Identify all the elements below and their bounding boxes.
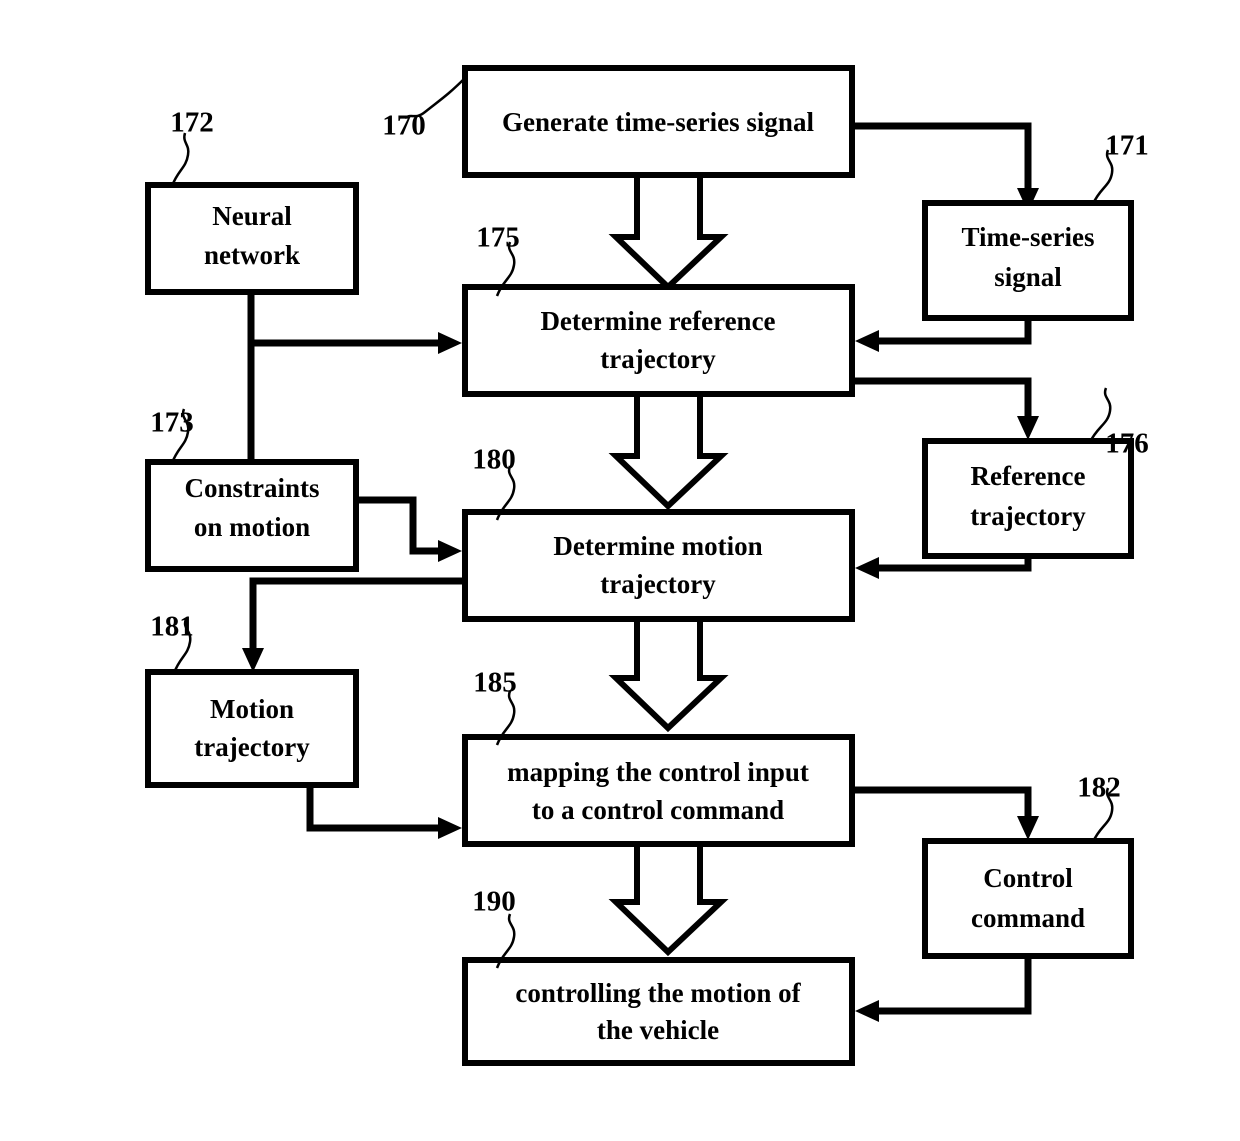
ref-number-172: 172 bbox=[170, 107, 214, 139]
node-label-190-line2: the vehicle bbox=[597, 1015, 719, 1045]
connector-173-to-180 bbox=[356, 496, 462, 562]
ref-callout-172: 172 bbox=[170, 107, 214, 187]
ref-number-173: 173 bbox=[150, 407, 194, 439]
connector-181-to-185 bbox=[306, 785, 462, 839]
node-label-171-line1: Time-series bbox=[962, 222, 1095, 252]
connector-185-to-182 bbox=[852, 786, 1039, 840]
node-label-172-line2: network bbox=[204, 240, 300, 270]
node-label-171-line2: signal bbox=[994, 262, 1062, 292]
ref-number-185: 185 bbox=[473, 667, 517, 699]
node-label-175-line1: Determine reference bbox=[540, 306, 775, 336]
node-label-182-line1: Control bbox=[983, 863, 1073, 893]
connector-180-to-181 bbox=[242, 577, 465, 672]
node-label-180-line1: Determine motion bbox=[553, 531, 762, 561]
node-neural-network[interactable]: Neural network bbox=[145, 182, 359, 295]
node-constraints-on-motion[interactable]: Constraints on motion bbox=[145, 459, 359, 572]
node-label-185-line2: to a control command bbox=[532, 795, 784, 825]
ref-callout-170: 170 bbox=[382, 77, 466, 142]
connector-170-to-171 bbox=[852, 122, 1039, 212]
flowchart-diagram: Generate time-series signal 170 Neural n… bbox=[0, 0, 1240, 1141]
connector-172-to-175-and-173 bbox=[247, 292, 462, 462]
node-label-170: Generate time-series signal bbox=[502, 107, 814, 137]
ref-callout-185: 185 bbox=[473, 667, 517, 746]
ref-number-170: 170 bbox=[382, 110, 426, 142]
node-reference-trajectory[interactable]: Reference trajectory bbox=[922, 438, 1134, 559]
node-mapping-control-input[interactable]: mapping the control input to a control c… bbox=[462, 734, 855, 847]
ref-number-190: 190 bbox=[472, 886, 516, 918]
node-determine-motion-trajectory[interactable]: Determine motion trajectory bbox=[462, 509, 855, 622]
node-label-176-line1: Reference bbox=[971, 461, 1086, 491]
node-determine-reference-trajectory[interactable]: Determine reference trajectory bbox=[462, 284, 855, 397]
node-label-173-line2: on motion bbox=[194, 512, 310, 542]
node-motion-trajectory[interactable]: Motion trajectory bbox=[145, 669, 359, 788]
node-generate-time-series-signal[interactable]: Generate time-series signal bbox=[462, 65, 855, 178]
node-control-command[interactable]: Control command bbox=[922, 838, 1134, 959]
ref-number-176: 176 bbox=[1105, 428, 1149, 460]
flowchart-canvas: Generate time-series signal 170 Neural n… bbox=[145, 65, 1149, 1066]
node-label-175-line2: trajectory bbox=[600, 344, 716, 374]
ref-callout-181: 181 bbox=[150, 611, 194, 674]
ref-number-180: 180 bbox=[472, 444, 516, 476]
ref-callout-190: 190 bbox=[472, 886, 516, 969]
node-label-181-line2: trajectory bbox=[194, 732, 310, 762]
node-label-181-line1: Motion bbox=[210, 694, 294, 724]
node-time-series-signal[interactable]: Time-series signal bbox=[922, 200, 1134, 321]
connector-176-to-180 bbox=[855, 556, 1032, 579]
node-label-185-line1: mapping the control input bbox=[507, 757, 809, 787]
ref-callout-173: 173 bbox=[150, 407, 194, 464]
ref-number-175: 175 bbox=[476, 222, 520, 254]
ref-number-181: 181 bbox=[150, 611, 194, 643]
block-arrow-170-to-175 bbox=[608, 172, 729, 292]
node-label-182-line2: command bbox=[971, 903, 1085, 933]
block-arrow-180-to-185 bbox=[608, 613, 729, 733]
node-label-190-line1: controlling the motion of bbox=[515, 978, 801, 1008]
ref-callout-182: 182 bbox=[1077, 772, 1121, 843]
ref-number-182: 182 bbox=[1077, 772, 1121, 804]
node-label-172-line1: Neural bbox=[212, 201, 292, 231]
connector-175-to-176 bbox=[852, 377, 1039, 440]
node-label-173-line1: Constraints bbox=[184, 473, 319, 503]
node-controlling-vehicle-motion[interactable]: controlling the motion of the vehicle bbox=[462, 957, 855, 1066]
ref-number-171: 171 bbox=[1105, 130, 1149, 162]
node-label-180-line2: trajectory bbox=[600, 569, 716, 599]
block-arrow-175-to-180 bbox=[608, 391, 729, 511]
ref-callout-171: 171 bbox=[1091, 130, 1149, 205]
block-arrow-185-to-190 bbox=[608, 837, 729, 957]
connector-171-to-175 bbox=[855, 318, 1032, 352]
node-label-176-line2: trajectory bbox=[970, 501, 1086, 531]
ref-callout-180: 180 bbox=[472, 444, 516, 521]
connector-182-to-190 bbox=[855, 956, 1032, 1022]
